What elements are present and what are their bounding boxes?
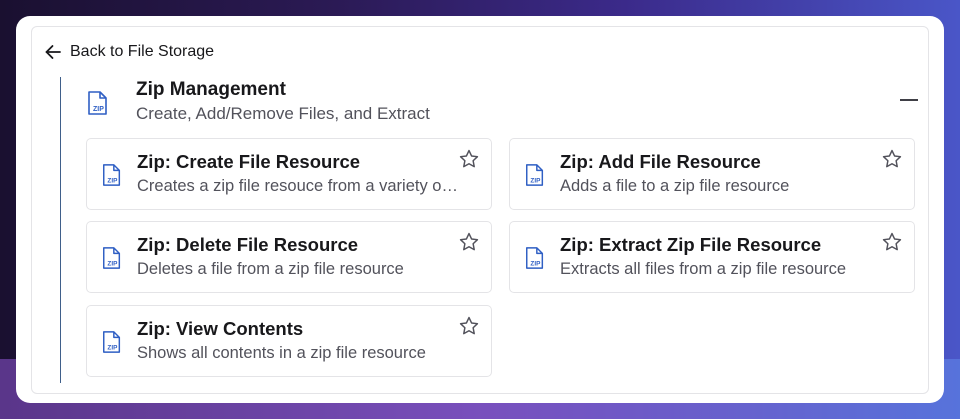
- back-to-file-storage-link[interactable]: Back to File Storage: [44, 43, 214, 61]
- content-panel: Back to File Storage ZIP Zip Management …: [31, 26, 929, 394]
- star-icon[interactable]: [458, 315, 480, 337]
- card-zip-create-file-resource[interactable]: ZIP Zip: Create File Resource Creates a …: [86, 138, 492, 210]
- card-zip-view-contents[interactable]: ZIP Zip: View Contents Shows all content…: [86, 305, 492, 377]
- card-title: Zip: View Contents: [137, 318, 304, 339]
- tree-guide-line: [60, 77, 61, 383]
- card-zip-add-file-resource[interactable]: ZIP Zip: Add File Resource Adds a file t…: [509, 138, 915, 210]
- svg-text:ZIP: ZIP: [530, 260, 541, 267]
- card-zip-extract-zip-file-resource[interactable]: ZIP Zip: Extract Zip File Resource Extra…: [509, 221, 915, 293]
- card-title: Zip: Delete File Resource: [137, 234, 359, 255]
- card-description: Shows all contents in a zip file resourc…: [137, 344, 426, 362]
- card-title: Zip: Add File Resource: [560, 151, 761, 172]
- card-description: Creates a zip file resouce from a variet…: [137, 177, 459, 195]
- card-zip-delete-file-resource[interactable]: ZIP Zip: Delete File Resource Deletes a …: [86, 221, 492, 293]
- group-subtitle: Create, Add/Remove Files, and Extract: [136, 104, 430, 123]
- arrow-left-icon: [45, 45, 61, 59]
- svg-text:ZIP: ZIP: [107, 177, 118, 184]
- svg-text:ZIP: ZIP: [107, 344, 118, 351]
- back-link-label: Back to File Storage: [70, 43, 215, 60]
- card-description: Deletes a file from a zip file resource: [137, 260, 404, 278]
- svg-text:ZIP: ZIP: [107, 260, 118, 267]
- zip-file-icon: ZIP: [103, 247, 121, 269]
- star-icon[interactable]: [881, 231, 903, 253]
- card-description: Adds a file to a zip file resource: [560, 177, 790, 195]
- svg-text:ZIP: ZIP: [93, 106, 104, 113]
- zip-file-icon: ZIP: [526, 164, 544, 186]
- star-icon[interactable]: [458, 148, 480, 170]
- card-title: Zip: Create File Resource: [137, 151, 361, 172]
- zip-file-icon: ZIP: [526, 247, 544, 269]
- app-window: Back to File Storage ZIP Zip Management …: [16, 16, 944, 403]
- group-title: Zip Management: [136, 79, 286, 100]
- star-icon[interactable]: [881, 148, 903, 170]
- zip-management-group-header: ZIP Zip Management Create, Add/Remove Fi…: [86, 77, 918, 127]
- star-icon[interactable]: [458, 231, 480, 253]
- svg-text:ZIP: ZIP: [530, 177, 541, 184]
- zip-file-icon: ZIP: [103, 164, 121, 186]
- zip-file-icon: ZIP: [88, 91, 107, 115]
- minus-icon: [900, 99, 918, 101]
- zip-file-icon: ZIP: [103, 331, 121, 353]
- card-title: Zip: Extract Zip File Resource: [560, 234, 822, 255]
- card-description: Extracts all files from a zip file resou…: [560, 260, 847, 278]
